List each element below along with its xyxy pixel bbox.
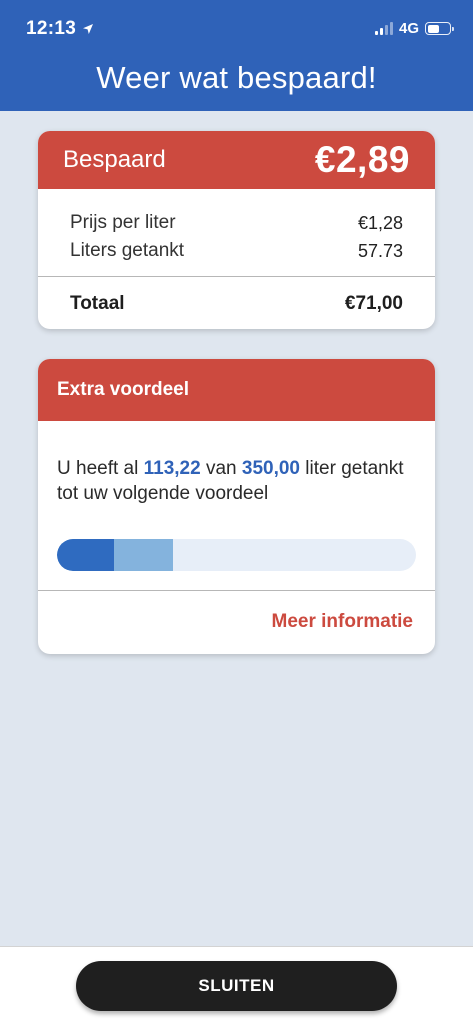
status-indicators: 4G bbox=[374, 20, 454, 37]
network-type: 4G bbox=[398, 20, 419, 37]
more-info-link[interactable]: Meer informatie bbox=[38, 591, 435, 633]
battery-icon bbox=[425, 22, 454, 35]
liters-row: Liters getankt 57.73 bbox=[70, 237, 403, 265]
page-title: Weer wat bespaard! bbox=[96, 60, 377, 95]
total-label: Totaal bbox=[70, 293, 125, 314]
battery-level bbox=[427, 24, 440, 33]
status-time-label: 12:13 bbox=[26, 18, 77, 39]
extra-benefit-title: Extra voordeel bbox=[57, 379, 189, 400]
savings-amount: €2,89 bbox=[314, 139, 410, 180]
savings-label: Bespaard bbox=[63, 146, 166, 173]
total-row: Totaal €71,00 bbox=[38, 277, 435, 329]
liters-value: 57.73 bbox=[357, 241, 403, 261]
goal-liters: 350,00 bbox=[241, 458, 301, 479]
extra-benefit-card: Extra voordeel U heeft al 113,22 van 350… bbox=[38, 359, 435, 654]
cellular-signal-icon bbox=[374, 22, 393, 35]
location-arrow-icon bbox=[83, 24, 94, 34]
status-time: 12:13 bbox=[26, 18, 94, 40]
price-per-liter-label: Prijs per liter bbox=[70, 212, 176, 233]
total-value: €71,00 bbox=[344, 293, 403, 314]
progress-previous-fill bbox=[57, 539, 115, 571]
text-prefix: U heeft al bbox=[57, 458, 139, 479]
extra-benefit-header: Extra voordeel bbox=[38, 359, 435, 421]
price-details: Prijs per liter €1,28 Liters getankt 57.… bbox=[38, 189, 435, 265]
close-button[interactable]: SLUITEN bbox=[76, 961, 397, 1011]
liters-label: Liters getankt bbox=[70, 240, 185, 261]
price-per-liter-value: €1,28 bbox=[357, 213, 403, 233]
status-bar: 12:13 4G bbox=[0, 0, 473, 58]
progress-bar bbox=[57, 539, 416, 571]
price-per-liter-row: Prijs per liter €1,28 bbox=[70, 209, 403, 237]
savings-card: Bespaard €2,89 Prijs per liter €1,28 Lit… bbox=[38, 131, 435, 329]
footer-bar: SLUITEN bbox=[0, 946, 473, 1024]
savings-header: Bespaard €2,89 bbox=[38, 131, 435, 189]
text-middle: van bbox=[205, 458, 237, 479]
app-header: 12:13 4G Weer wat bespaard! bbox=[0, 0, 473, 111]
current-liters: 113,22 bbox=[143, 458, 201, 479]
extra-benefit-description: U heeft al 113,22 van 350,00 liter getan… bbox=[38, 421, 435, 506]
